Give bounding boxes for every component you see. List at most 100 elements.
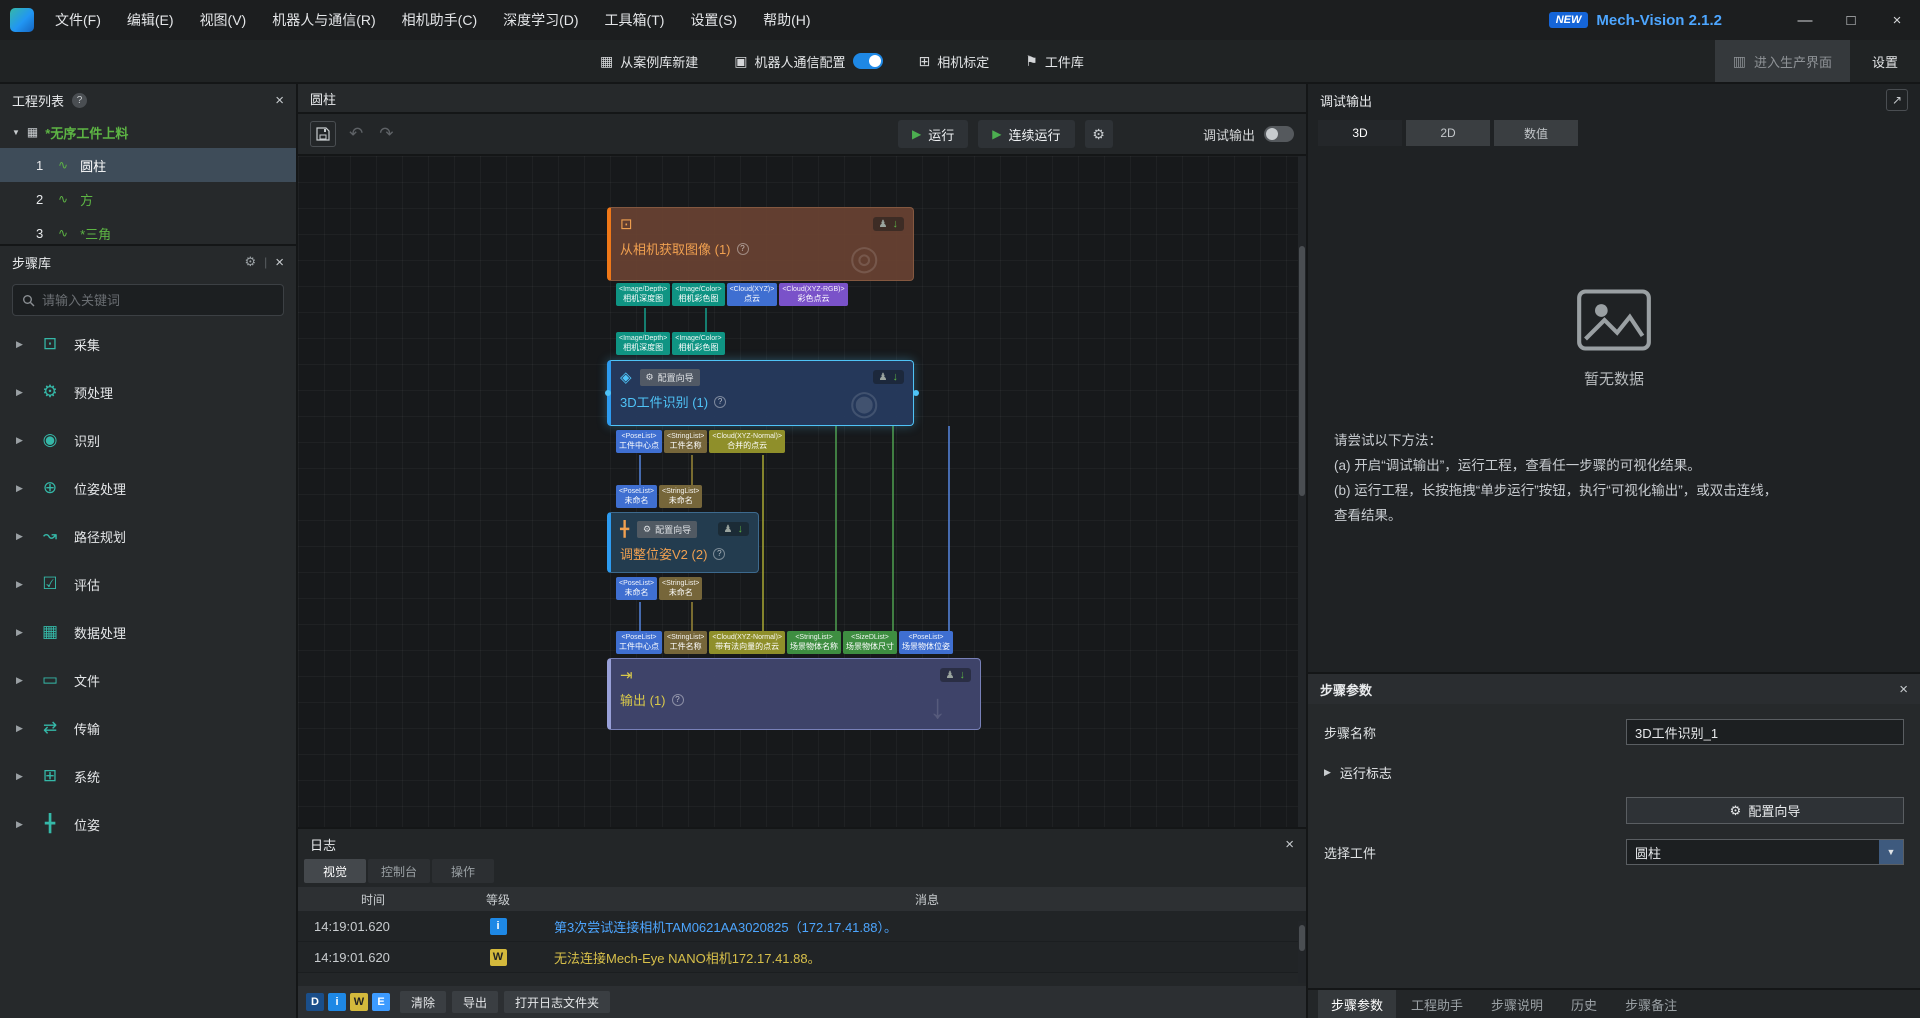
help-icon[interactable]: ? (713, 548, 725, 560)
node-3d-workpiece-recognition[interactable]: ◈⚙配置向导♟↓3D工件识别 (1)?◉ (607, 360, 914, 426)
log-tab-操作[interactable]: 操作 (432, 859, 494, 883)
log-scrollbar[interactable] (1298, 921, 1306, 983)
close-icon[interactable]: × (1285, 836, 1294, 853)
port-chip[interactable]: <Image/Color>相机彩色图 (672, 283, 724, 306)
expand-icon[interactable]: ▶ (16, 627, 26, 638)
node-output[interactable]: ⇥♟↓输出 (1)?↓ (607, 658, 981, 730)
expand-icon[interactable]: ▶ (16, 339, 26, 350)
save-button[interactable] (310, 121, 336, 147)
config-wizard-chip[interactable]: ⚙配置向导 (637, 521, 697, 538)
port-chip[interactable]: <Cloud(XYZ-Normal)>合并的点云 (709, 430, 785, 453)
port-chip[interactable]: <Cloud(XYZ)>点云 (727, 283, 778, 306)
step-category-位姿处理[interactable]: ▶⊕位姿处理 (0, 464, 296, 512)
robot-comm-config-button[interactable]: ▣ 机器人通信配置 (734, 52, 882, 71)
menu-item[interactable]: 编辑(E) (114, 0, 187, 40)
step-category-系统[interactable]: ▶⊞系统 (0, 752, 296, 800)
port-chip[interactable]: <StringList>场景物体名称 (787, 631, 841, 654)
expand-icon[interactable]: ▶ (16, 387, 26, 398)
robot-comm-toggle[interactable] (853, 53, 883, 69)
project-item-方[interactable]: 2∿方 (0, 182, 296, 216)
log-filter-i[interactable]: i (328, 993, 346, 1011)
step-category-采集[interactable]: ▶⊡采集 (0, 320, 296, 368)
config-wizard-button[interactable]: ⚙ 配置向导 (1626, 797, 1904, 824)
graph-tab-title[interactable]: 圆柱 (310, 89, 336, 108)
menu-item[interactable]: 设置(S) (677, 0, 750, 40)
step-category-预处理[interactable]: ▶⚙预处理 (0, 368, 296, 416)
port-chip[interactable]: <StringList>工件名称 (664, 430, 707, 453)
expand-icon[interactable]: ▶ (16, 435, 26, 446)
port-chip[interactable]: <StringList>工件名称 (664, 631, 707, 654)
bottom-tab-工程助手[interactable]: 工程助手 (1398, 990, 1476, 1018)
continuous-run-button[interactable]: ▶ 连续运行 (978, 120, 1074, 148)
help-icon[interactable]: ? (714, 396, 726, 408)
close-icon[interactable]: × (1899, 681, 1908, 698)
log-tab-视觉[interactable]: 视觉 (304, 859, 366, 883)
scrollbar-thumb[interactable] (1299, 925, 1305, 951)
port-chip[interactable]: <Image/Color>相机彩色图 (672, 332, 724, 355)
step-category-传输[interactable]: ▶⇄传输 (0, 704, 296, 752)
minimize-button[interactable]: — (1782, 0, 1828, 40)
maximize-button[interactable]: □ (1828, 0, 1874, 40)
log-filter-D[interactable]: D (306, 993, 324, 1011)
debug-output-toggle[interactable] (1264, 126, 1294, 142)
menu-item[interactable]: 视图(V) (187, 0, 260, 40)
close-button[interactable]: × (1874, 0, 1920, 40)
camera-calibration-button[interactable]: ⊞ 相机标定 (919, 52, 990, 71)
debug-tab-3D[interactable]: 3D (1318, 120, 1402, 146)
node-adjust-poses-v2[interactable]: ╋⚙配置向导♟↓调整位姿V2 (2)? (607, 512, 759, 573)
port-chip[interactable]: <StringList>未命名 (659, 577, 702, 600)
project-root-row[interactable]: ▼ ▦ *无序工件上料 (0, 116, 296, 148)
expand-icon[interactable]: ▶ (1324, 767, 1331, 778)
help-icon[interactable]: ? (737, 243, 749, 255)
settings-button[interactable]: 设置 (1850, 52, 1920, 71)
node-capture-from-camera[interactable]: ⊡♟↓从相机获取图像 (1)?◎ (607, 207, 914, 281)
expand-icon[interactable]: ▶ (16, 819, 26, 830)
port-chip[interactable]: <Image/Depth>相机深度图 (616, 283, 670, 306)
log-tab-控制台[interactable]: 控制台 (368, 859, 430, 883)
menu-item[interactable]: 文件(F) (42, 0, 114, 40)
port-chip[interactable]: <StringList>未命名 (659, 485, 702, 508)
port-chip[interactable]: <Cloud(XYZ-RGB)>彩色点云 (779, 283, 847, 306)
run-settings-button[interactable]: ⚙ (1085, 120, 1113, 148)
log-filter-W[interactable]: W (350, 993, 368, 1011)
port-chip[interactable]: <PoseList>场景物体位姿 (899, 631, 953, 654)
expand-icon[interactable]: ▶ (16, 483, 26, 494)
expand-icon[interactable]: ▶ (16, 675, 26, 686)
expand-icon[interactable]: ▶ (16, 723, 26, 734)
project-item-*三角[interactable]: 3∿*三角 (0, 216, 296, 244)
menu-item[interactable]: 机器人与通信(R) (259, 0, 388, 40)
open-in-window-icon[interactable]: ↗ (1886, 89, 1908, 111)
expand-icon[interactable]: ▶ (16, 771, 26, 782)
step-category-数据处理[interactable]: ▶▦数据处理 (0, 608, 296, 656)
step-category-路径规划[interactable]: ▶↝路径规划 (0, 512, 296, 560)
config-wizard-chip[interactable]: ⚙配置向导 (640, 369, 700, 386)
gear-icon[interactable]: ⚙ (244, 254, 256, 270)
help-icon[interactable]: ? (72, 93, 87, 108)
port-chip[interactable]: <SizeDList>场景物体尺寸 (843, 631, 897, 654)
port-chip[interactable]: <PoseList>工件中心点 (616, 631, 662, 654)
close-icon[interactable]: × (275, 254, 284, 271)
step-name-input[interactable] (1626, 719, 1904, 745)
step-category-评估[interactable]: ▶☑评估 (0, 560, 296, 608)
menu-item[interactable]: 相机助手(C) (389, 0, 490, 40)
bottom-tab-历史[interactable]: 历史 (1558, 990, 1610, 1018)
undo-icon[interactable]: ↶ (346, 124, 366, 144)
bottom-tab-步骤说明[interactable]: 步骤说明 (1478, 990, 1556, 1018)
port-chip[interactable]: <PoseList>工件中心点 (616, 430, 662, 453)
menu-item[interactable]: 帮助(H) (750, 0, 823, 40)
graph-canvas[interactable]: ⊡♟↓从相机获取图像 (1)?◎ ◈⚙配置向导♟↓3D工件识别 (1)?◉ ╋⚙配置… (298, 156, 1306, 827)
log-action-打开日志文件夹[interactable]: 打开日志文件夹 (504, 991, 610, 1013)
port-chip[interactable]: <PoseList>未命名 (616, 577, 657, 600)
port-chip[interactable]: <PoseList>未命名 (616, 485, 657, 508)
collapse-icon[interactable]: ▼ (12, 128, 20, 137)
run-button[interactable]: ▶ 运行 (898, 120, 968, 148)
expand-icon[interactable]: ▶ (16, 579, 26, 590)
port-chip[interactable]: <Cloud(XYZ-Normal)>带有法向量的点云 (709, 631, 785, 654)
workpiece-select[interactable]: 圆柱 ▼ (1626, 839, 1904, 865)
bottom-tab-步骤备注[interactable]: 步骤备注 (1612, 990, 1690, 1018)
expand-icon[interactable]: ▶ (16, 531, 26, 542)
step-category-文件[interactable]: ▶▭文件 (0, 656, 296, 704)
enter-production-button[interactable]: ▥ 进入生产界面 (1715, 40, 1850, 82)
step-category-位姿[interactable]: ▶╋位姿 (0, 800, 296, 848)
search-input[interactable] (42, 293, 274, 308)
